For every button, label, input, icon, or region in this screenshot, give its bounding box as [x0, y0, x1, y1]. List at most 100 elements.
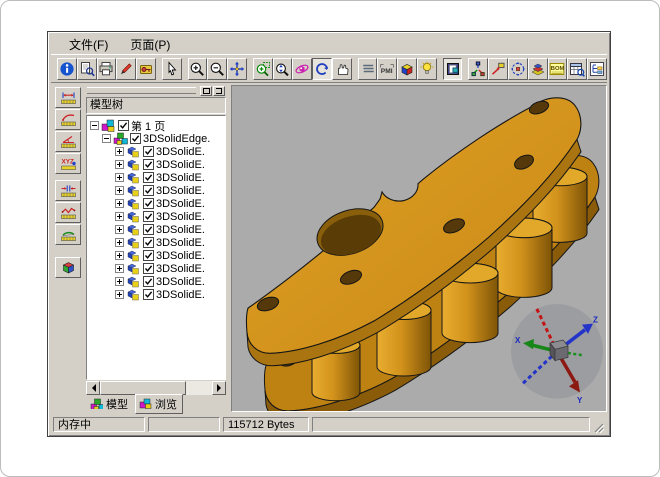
- status-panel-4: [312, 417, 590, 432]
- rotate-part-button[interactable]: [508, 58, 528, 80]
- expand-icon[interactable]: [115, 199, 124, 208]
- measure-distance-button[interactable]: [55, 87, 81, 108]
- orbit-button[interactable]: [292, 58, 312, 80]
- checkbox-checked[interactable]: [143, 224, 154, 235]
- svg-text:PMI: PMI: [381, 68, 393, 75]
- checkbox-checked[interactable]: [143, 276, 154, 287]
- tree-row-part[interactable]: 3DSolidE.: [88, 145, 225, 158]
- measure-arc-button[interactable]: [55, 224, 81, 245]
- expand-icon[interactable]: [115, 238, 124, 247]
- resize-grip[interactable]: [593, 422, 605, 434]
- report-table-button[interactable]: [567, 58, 587, 80]
- info-button[interactable]: [57, 58, 77, 80]
- print-preview-button[interactable]: [77, 58, 97, 80]
- orientation-gizmo[interactable]: X Z Y: [511, 304, 603, 405]
- part-icon: [126, 249, 141, 262]
- 3d-model-canvas[interactable]: X Z Y: [232, 86, 606, 411]
- collapse-icon[interactable]: [102, 134, 111, 143]
- expand-icon[interactable]: [115, 251, 124, 260]
- checkbox-checked[interactable]: [143, 159, 154, 170]
- menu-page[interactable]: 页面(P): [126, 35, 174, 54]
- measure-curve-button[interactable]: [55, 109, 81, 130]
- tree-row-page[interactable]: 第 1 页: [88, 119, 225, 132]
- tree-row-part[interactable]: 3DSolidE.: [88, 184, 225, 197]
- zoom-out-button[interactable]: [207, 58, 227, 80]
- viewport-3d[interactable]: X Z Y: [231, 85, 607, 412]
- checkbox-checked[interactable]: [143, 185, 154, 196]
- pan-hand-button[interactable]: [332, 58, 352, 80]
- tab-model[interactable]: 模型: [87, 395, 133, 413]
- zoom-in-button[interactable]: [188, 58, 208, 80]
- expand-icon[interactable]: [115, 212, 124, 221]
- explode-button[interactable]: [528, 58, 548, 80]
- checkbox-checked[interactable]: [143, 198, 154, 209]
- tab-browse[interactable]: 浏览: [135, 394, 183, 414]
- menu-file[interactable]: 文件(F): [65, 35, 112, 54]
- view-3d-cube-button[interactable]: [55, 257, 81, 278]
- tree-row-part[interactable]: 3DSolidE.: [88, 236, 225, 249]
- measure-coordinate-button[interactable]: XYZ: [55, 153, 81, 174]
- layers-button[interactable]: [358, 58, 378, 80]
- scroll-left-button[interactable]: [86, 381, 100, 395]
- tree-row-part[interactable]: 3DSolidE.: [88, 288, 225, 301]
- move-part-button[interactable]: [488, 58, 508, 80]
- measure-angle-button[interactable]: [55, 131, 81, 152]
- checkbox-checked[interactable]: [143, 237, 154, 248]
- tree-label: 3DSolidE.: [156, 211, 205, 223]
- zoom-dynamic-button[interactable]: [273, 58, 293, 80]
- tree-row-part[interactable]: 3DSolidE.: [88, 249, 225, 262]
- expand-icon[interactable]: [115, 147, 124, 156]
- markup-pen-button[interactable]: [116, 58, 136, 80]
- tree-row-part[interactable]: 3DSolidE.: [88, 210, 225, 223]
- expand-icon[interactable]: [115, 160, 124, 169]
- license-keys-button[interactable]: [136, 58, 156, 80]
- pmi-button[interactable]: PMI: [377, 58, 397, 80]
- measure-gap-button[interactable]: [55, 180, 81, 201]
- checkbox-checked[interactable]: [143, 146, 154, 157]
- tree-row-part[interactable]: 3DSolidE.: [88, 223, 225, 236]
- panel-title: 模型树: [86, 97, 226, 114]
- checkbox-checked[interactable]: [143, 172, 154, 183]
- measure-polyline-button[interactable]: [55, 202, 81, 223]
- tree-row-assembly[interactable]: 3DSolidEdge.: [88, 132, 225, 145]
- zoom-window-button[interactable]: [253, 58, 273, 80]
- checkbox-checked[interactable]: [118, 120, 129, 131]
- checkbox-checked[interactable]: [143, 250, 154, 261]
- panel-hide-button[interactable]: [213, 86, 225, 96]
- scroll-right-button[interactable]: [212, 381, 226, 395]
- expand-icon[interactable]: [115, 186, 124, 195]
- pan-axes-button[interactable]: [227, 58, 247, 80]
- checkbox-checked[interactable]: [143, 211, 154, 222]
- tree-row-part[interactable]: 3DSolidE.: [88, 262, 225, 275]
- parts-button[interactable]: [468, 58, 488, 80]
- model-tree[interactable]: 第 1 页 3DSolidEdge. 3DSolidE. 3DSolidE. 3…: [86, 115, 226, 380]
- tree-row-part[interactable]: 3DSolidE.: [88, 275, 225, 288]
- view-cube-button[interactable]: [397, 58, 417, 80]
- tree-label: 3DSolidEdge.: [143, 133, 210, 145]
- expand-icon[interactable]: [115, 225, 124, 234]
- tree-row-part[interactable]: 3DSolidE.: [88, 158, 225, 171]
- expand-icon[interactable]: [115, 277, 124, 286]
- checkbox-checked[interactable]: [143, 289, 154, 300]
- panel-float-button[interactable]: [200, 86, 212, 96]
- model-tree-panel-button[interactable]: [443, 58, 463, 80]
- structure-tree-button[interactable]: [587, 58, 607, 80]
- measure-toolbar: XYZ: [51, 85, 85, 412]
- tree-row-part[interactable]: 3DSolidE.: [88, 171, 225, 184]
- app-window: 文件(F) 页面(P) PMI BOM: [47, 31, 611, 437]
- collapse-icon[interactable]: [90, 121, 99, 130]
- print-button[interactable]: [97, 58, 117, 80]
- select-cursor-button[interactable]: [162, 58, 182, 80]
- bom-button[interactable]: BOM: [548, 58, 568, 80]
- expand-icon[interactable]: [115, 264, 124, 273]
- tree-label: 3DSolidE.: [156, 224, 205, 236]
- checkbox-checked[interactable]: [143, 263, 154, 274]
- checkbox-checked[interactable]: [130, 133, 141, 144]
- panel-drag-grip[interactable]: [87, 87, 196, 94]
- tree-row-part[interactable]: 3DSolidE.: [88, 197, 225, 210]
- expand-icon[interactable]: [115, 290, 124, 299]
- spin-button[interactable]: [312, 58, 332, 80]
- expand-icon[interactable]: [115, 173, 124, 182]
- light-button[interactable]: [417, 58, 437, 80]
- scrollbar-track[interactable]: [186, 381, 212, 395]
